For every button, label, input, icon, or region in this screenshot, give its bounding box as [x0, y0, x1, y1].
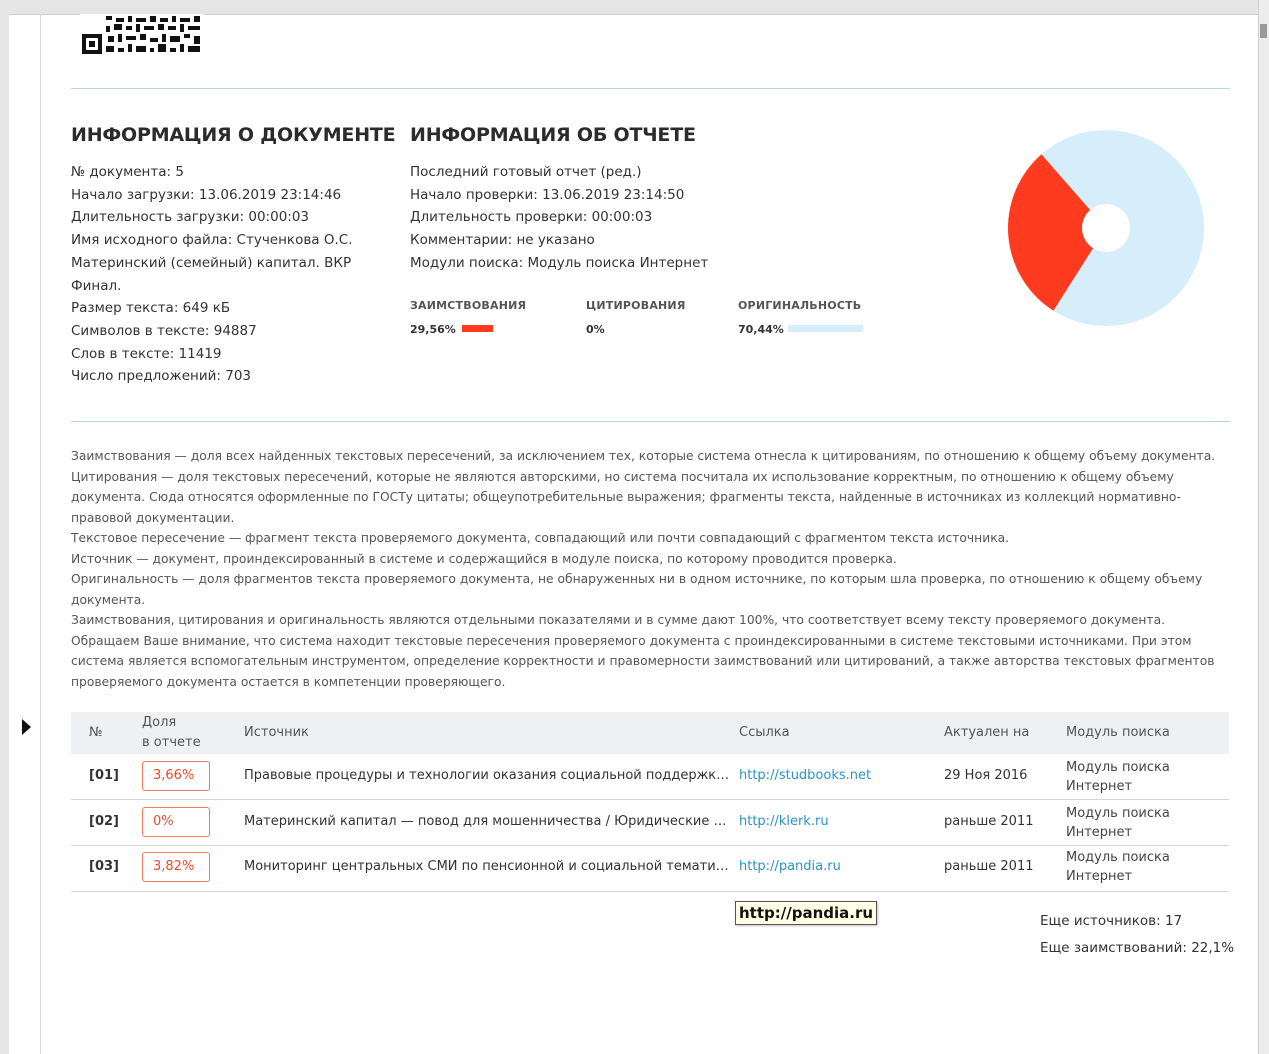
metric-citations-label: ЦИТИРОВАНИЯ — [586, 299, 686, 312]
report-info-line: Модули поиска: Модуль поиска Интернет — [410, 254, 709, 271]
middle-divider — [71, 421, 1230, 422]
doc-info-line: Финал. — [71, 277, 122, 294]
col-header-module: Модуль поиска — [1066, 725, 1170, 740]
legend-paragraph: Цитирования — доля текстовых пересечений… — [71, 469, 1181, 525]
scrollbar[interactable] — [1258, 0, 1269, 1054]
metric-borrowings-bar — [462, 325, 493, 332]
col-header-num: № — [89, 725, 103, 740]
table-row-source[interactable]: Правовые процедуры и технологии оказания… — [244, 768, 732, 783]
table-row-source[interactable]: Материнский капитал — повод для мошеннич… — [244, 814, 732, 829]
link-tooltip: http://pandia.ru — [735, 901, 878, 925]
col-header-share-line2: в отчете — [142, 735, 201, 750]
qr-code-image — [80, 14, 204, 56]
originality-pie-chart — [1008, 130, 1204, 326]
doc-info-line: Слов в тексте: 11419 — [71, 345, 222, 362]
legend-paragraph: Оригинальность — доля фрагментов текста … — [71, 572, 1203, 607]
table-row-module: Модуль поиска Интернет — [1066, 848, 1170, 886]
table-row-module-line2: Интернет — [1066, 779, 1133, 794]
legend-paragraph: Заимствования, цитирования и оригинально… — [71, 613, 1166, 627]
metric-originality-value: 70,44% — [738, 323, 784, 336]
doc-info-line: Размер текста: 649 кБ — [71, 300, 231, 317]
table-row-date: 29 Ноя 2016 — [944, 768, 1028, 783]
doc-info-line: Число предложений: 703 — [71, 368, 252, 385]
table-row-module-line1: Модуль поиска — [1066, 806, 1170, 821]
page-left-border — [40, 14, 41, 1054]
table-row-num: [03] — [89, 859, 119, 874]
scrollbar-thumb[interactable] — [1260, 24, 1267, 38]
table-row-link[interactable]: http://pandia.ru — [739, 859, 841, 874]
doc-info-line: Материнский (семейный) капитал. ВКР — [71, 254, 352, 271]
report-info-line: Начало проверки: 13.06.2019 23:14:50 — [410, 186, 685, 203]
row-divider — [71, 891, 1229, 892]
table-row-module-line2: Интернет — [1066, 869, 1133, 884]
col-header-source: Источник — [244, 725, 309, 740]
more-borrowings-text: Еще заимствований: 22,1% — [1040, 940, 1235, 956]
table-row-num: [01] — [89, 768, 119, 783]
table-row-module: Модуль поиска Интернет — [1066, 758, 1170, 796]
report-info-line: Последний готовый отчет (ред.) — [410, 164, 642, 180]
table-row-source[interactable]: Мониторинг центральных СМИ по пенсионной… — [244, 859, 732, 874]
table-row-module-line1: Модуль поиска — [1066, 850, 1170, 865]
table-row-module-line1: Модуль поиска — [1066, 760, 1170, 775]
table-row-date: раньше 2011 — [944, 814, 1034, 829]
report-info-title: ИНФОРМАЦИЯ ОБ ОТЧЕТЕ — [410, 124, 696, 146]
col-header-share: Доля — [142, 715, 177, 730]
table-row-date: раньше 2011 — [944, 859, 1034, 874]
doc-info-line: Длительность загрузки: 00:00:03 — [71, 209, 310, 226]
metric-citations-value: 0% — [586, 323, 605, 336]
table-row-module-line2: Интернет — [1066, 825, 1133, 840]
metric-borrowings-value: 29,56% — [410, 323, 456, 336]
metric-originality-label: ОРИГИНАЛЬНОСТЬ — [738, 299, 862, 312]
col-header-link: Ссылка — [739, 725, 790, 740]
definitions-legend: Заимствования — доля всех найденных текс… — [71, 446, 1221, 692]
table-row-share[interactable]: 3,66% — [142, 761, 210, 791]
table-row-share[interactable]: 3,82% — [142, 852, 210, 882]
doc-info-line: Начало загрузки: 13.06.2019 23:14:46 — [71, 186, 342, 203]
top-divider — [71, 88, 1230, 89]
table-row-link[interactable]: http://klerk.ru — [739, 814, 829, 829]
more-sources-text: Еще источников: 17 — [1040, 913, 1183, 929]
pie-center-hole — [1082, 204, 1130, 252]
metric-borrowings-label: ЗАИМСТВОВАНИЯ — [410, 299, 527, 312]
window-top-frame — [0, 0, 1269, 15]
row-divider — [71, 799, 1229, 800]
doc-info-line: Символов в тексте: 94887 — [71, 322, 257, 339]
legend-paragraph: Заимствования — доля всех найденных текс… — [71, 449, 1216, 463]
report-info-line: Комментарии: не указано — [410, 232, 595, 249]
window-left-frame — [0, 0, 9, 1054]
col-header-actual: Актуален на — [944, 725, 1030, 740]
report-info-line: Длительность проверки: 00:00:03 — [410, 209, 653, 226]
table-row-num: [02] — [89, 814, 119, 829]
doc-info-list: № документа: 5 Начало загрузки: 13.06.20… — [71, 161, 353, 388]
doc-info-line: № документа: 5 — [71, 164, 184, 180]
row-divider — [71, 845, 1229, 846]
expand-arrow-icon[interactable] — [22, 719, 31, 735]
table-row-share[interactable]: 0% — [142, 807, 210, 837]
legend-paragraph: Обращаем Ваше внимание, что система нахо… — [71, 633, 1215, 689]
doc-info-line: Имя исходного файла: Стученкова О.С. — [71, 232, 353, 249]
table-row-module: Модуль поиска Интернет — [1066, 804, 1170, 842]
report-info-list: Последний готовый отчет (ред.) Начало пр… — [410, 161, 708, 275]
doc-info-title: ИНФОРМАЦИЯ О ДОКУМЕНТЕ — [71, 124, 396, 146]
table-row-link[interactable]: http://studbooks.net — [739, 768, 871, 783]
legend-paragraph: Источник — документ, проиндексированный … — [71, 551, 897, 566]
legend-paragraph: Текстовое пересечение — фрагмент текста … — [71, 531, 1010, 545]
metric-originality-bar — [788, 325, 863, 332]
